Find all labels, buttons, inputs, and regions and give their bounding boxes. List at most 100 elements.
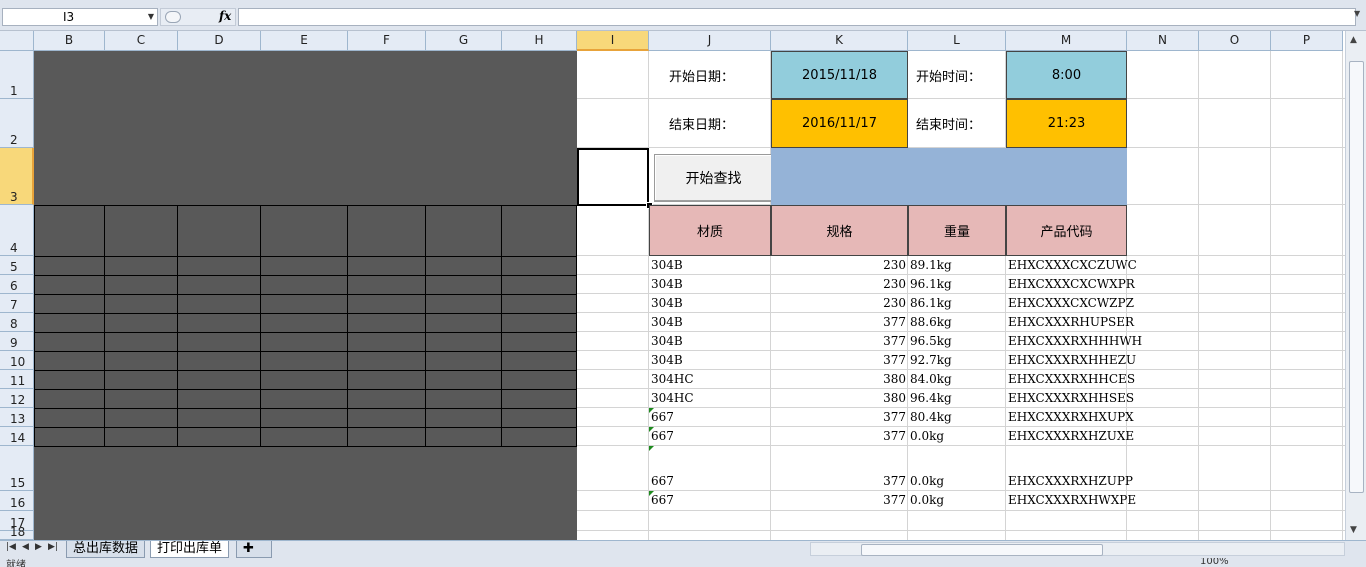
row-header-7[interactable]: 7: [0, 294, 34, 313]
cell-weight[interactable]: 84.0kg: [910, 370, 1004, 389]
first-sheet-icon[interactable]: |◀: [6, 542, 16, 552]
cell-product-code[interactable]: EHXCXXXCXCWXPR: [1008, 275, 1135, 294]
row-header-2[interactable]: 2: [0, 99, 34, 148]
column-header-O[interactable]: O: [1199, 31, 1271, 51]
cell-spec[interactable]: 380: [773, 389, 906, 408]
row-header-16[interactable]: 16: [0, 491, 34, 511]
cell-product-code[interactable]: EHXCXXXRXHXUPX: [1008, 408, 1134, 427]
cell-material[interactable]: 667: [651, 491, 769, 510]
cell-material[interactable]: 304HC: [651, 389, 769, 408]
cell-weight[interactable]: 89.1kg: [910, 256, 1004, 275]
cell-material[interactable]: 304HC: [651, 370, 769, 389]
cell-material[interactable]: 304B: [651, 256, 769, 275]
column-header-M[interactable]: M: [1006, 31, 1127, 51]
end-date-cell[interactable]: 2016/11/17: [771, 99, 908, 148]
cell-weight[interactable]: 96.1kg: [910, 275, 1004, 294]
prev-sheet-icon[interactable]: ◀: [22, 542, 29, 552]
cell-material[interactable]: 304B: [651, 313, 769, 332]
column-header-J[interactable]: J: [649, 31, 771, 51]
row-header-4[interactable]: 4: [0, 205, 34, 256]
cell-material[interactable]: 304B: [651, 275, 769, 294]
cell-product-code[interactable]: EHXCXXXRXHHEZU: [1008, 351, 1136, 370]
cell-material[interactable]: 667: [651, 408, 769, 427]
next-sheet-icon[interactable]: ▶: [35, 542, 42, 552]
cell-material[interactable]: 304B: [651, 351, 769, 370]
cell-product-code[interactable]: EHXCXXXRXHHHWH: [1008, 332, 1142, 351]
cell-product-code[interactable]: EHXCXXXRXHWXPE: [1008, 491, 1136, 510]
selected-cell-I3[interactable]: [577, 148, 649, 206]
cell-material[interactable]: 667: [651, 472, 769, 491]
expand-formula-bar-icon[interactable]: ▼: [1354, 9, 1364, 25]
cell-weight[interactable]: 92.7kg: [910, 351, 1004, 370]
cell-spec[interactable]: 230: [773, 256, 906, 275]
cell-product-code[interactable]: EHXCXXXCXCZUWC: [1008, 256, 1137, 275]
cell-material[interactable]: 304B: [651, 332, 769, 351]
scroll-up-icon[interactable]: ▲: [1350, 35, 1357, 45]
cell-spec[interactable]: 377: [773, 472, 906, 491]
column-header-P[interactable]: P: [1271, 31, 1343, 51]
cell-spec[interactable]: 230: [773, 275, 906, 294]
column-header-K[interactable]: K: [771, 31, 908, 51]
tab-print-outbound[interactable]: 打印出库单: [150, 541, 230, 558]
column-header-F[interactable]: F: [348, 31, 426, 51]
column-header-C[interactable]: C: [105, 31, 178, 51]
last-sheet-icon[interactable]: ▶|: [48, 542, 58, 552]
end-time-cell[interactable]: 21:23: [1006, 99, 1127, 148]
worksheet-grid[interactable]: 开始日期： 2015/11/18 开始时间： 8:00 结束日期： 2016/1…: [34, 51, 1345, 540]
cell-weight[interactable]: 0.0kg: [910, 491, 1004, 510]
column-header-L[interactable]: L: [908, 31, 1006, 51]
start-search-button[interactable]: 开始查找: [654, 154, 773, 202]
cell-spec[interactable]: 377: [773, 491, 906, 510]
cell-weight[interactable]: 96.5kg: [910, 332, 1004, 351]
cell-material[interactable]: 304B: [651, 294, 769, 313]
cell-spec[interactable]: 377: [773, 408, 906, 427]
scroll-down-icon[interactable]: ▼: [1350, 525, 1357, 535]
start-time-cell[interactable]: 8:00: [1006, 51, 1127, 99]
column-header-B[interactable]: B: [34, 31, 105, 51]
row-header-12[interactable]: 12: [0, 389, 34, 408]
column-header-N[interactable]: N: [1127, 31, 1199, 51]
cell-product-code[interactable]: EHXCXXXRXHZUPP: [1008, 472, 1133, 491]
scrollbar-thumb[interactable]: [1349, 61, 1364, 493]
cell-weight[interactable]: 80.4kg: [910, 408, 1004, 427]
row-header-5[interactable]: 5: [0, 256, 34, 275]
cell-weight[interactable]: 86.1kg: [910, 294, 1004, 313]
vertical-scrollbar[interactable]: ▲ ▼: [1345, 31, 1366, 540]
cell-weight[interactable]: 88.6kg: [910, 313, 1004, 332]
cell-weight[interactable]: 96.4kg: [910, 389, 1004, 408]
cell-material[interactable]: 667: [651, 427, 769, 446]
row-header-10[interactable]: 10: [0, 351, 34, 370]
cell-product-code[interactable]: EHXCXXXRXHZUXE: [1008, 427, 1134, 446]
row-header-14[interactable]: 14: [0, 427, 34, 446]
cell-weight[interactable]: 0.0kg: [910, 472, 1004, 491]
row-header-11[interactable]: 11: [0, 370, 34, 389]
tab-total-outbound[interactable]: 总出库数据: [66, 541, 146, 558]
row-header-13[interactable]: 13: [0, 408, 34, 427]
row-header-15[interactable]: 15: [0, 446, 34, 491]
row-header-18[interactable]: 18: [0, 525, 34, 540]
cell-product-code[interactable]: EHXCXXXRXHHSES: [1008, 389, 1134, 408]
cell-spec[interactable]: 377: [773, 313, 906, 332]
chevron-down-icon[interactable]: ▼: [148, 12, 154, 21]
row-header-6[interactable]: 6: [0, 275, 34, 294]
cell-weight[interactable]: 0.0kg: [910, 427, 1004, 446]
cell-spec[interactable]: 377: [773, 427, 906, 446]
zoom-level[interactable]: 100%: [1200, 558, 1229, 567]
cell-spec[interactable]: 377: [773, 332, 906, 351]
formula-input[interactable]: [238, 8, 1356, 26]
cell-product-code[interactable]: EHXCXXXCXCWZPZ: [1008, 294, 1134, 313]
insert-sheet-icon[interactable]: ✚: [236, 541, 272, 558]
column-header-D[interactable]: D: [178, 31, 261, 51]
cell-spec[interactable]: 380: [773, 370, 906, 389]
name-box[interactable]: I3 ▼: [2, 8, 158, 26]
row-header-9[interactable]: 9: [0, 332, 34, 351]
column-header-E[interactable]: E: [261, 31, 348, 51]
horizontal-scrollbar[interactable]: [810, 542, 1345, 556]
hscroll-thumb[interactable]: [861, 544, 1103, 556]
select-all-corner[interactable]: [0, 31, 34, 51]
start-date-cell[interactable]: 2015/11/18: [771, 51, 908, 99]
row-header-8[interactable]: 8: [0, 313, 34, 332]
cell-product-code[interactable]: EHXCXXXRXHHCES: [1008, 370, 1135, 389]
row-header-1[interactable]: 1: [0, 51, 34, 99]
cell-product-code[interactable]: EHXCXXXRHUPSER: [1008, 313, 1134, 332]
